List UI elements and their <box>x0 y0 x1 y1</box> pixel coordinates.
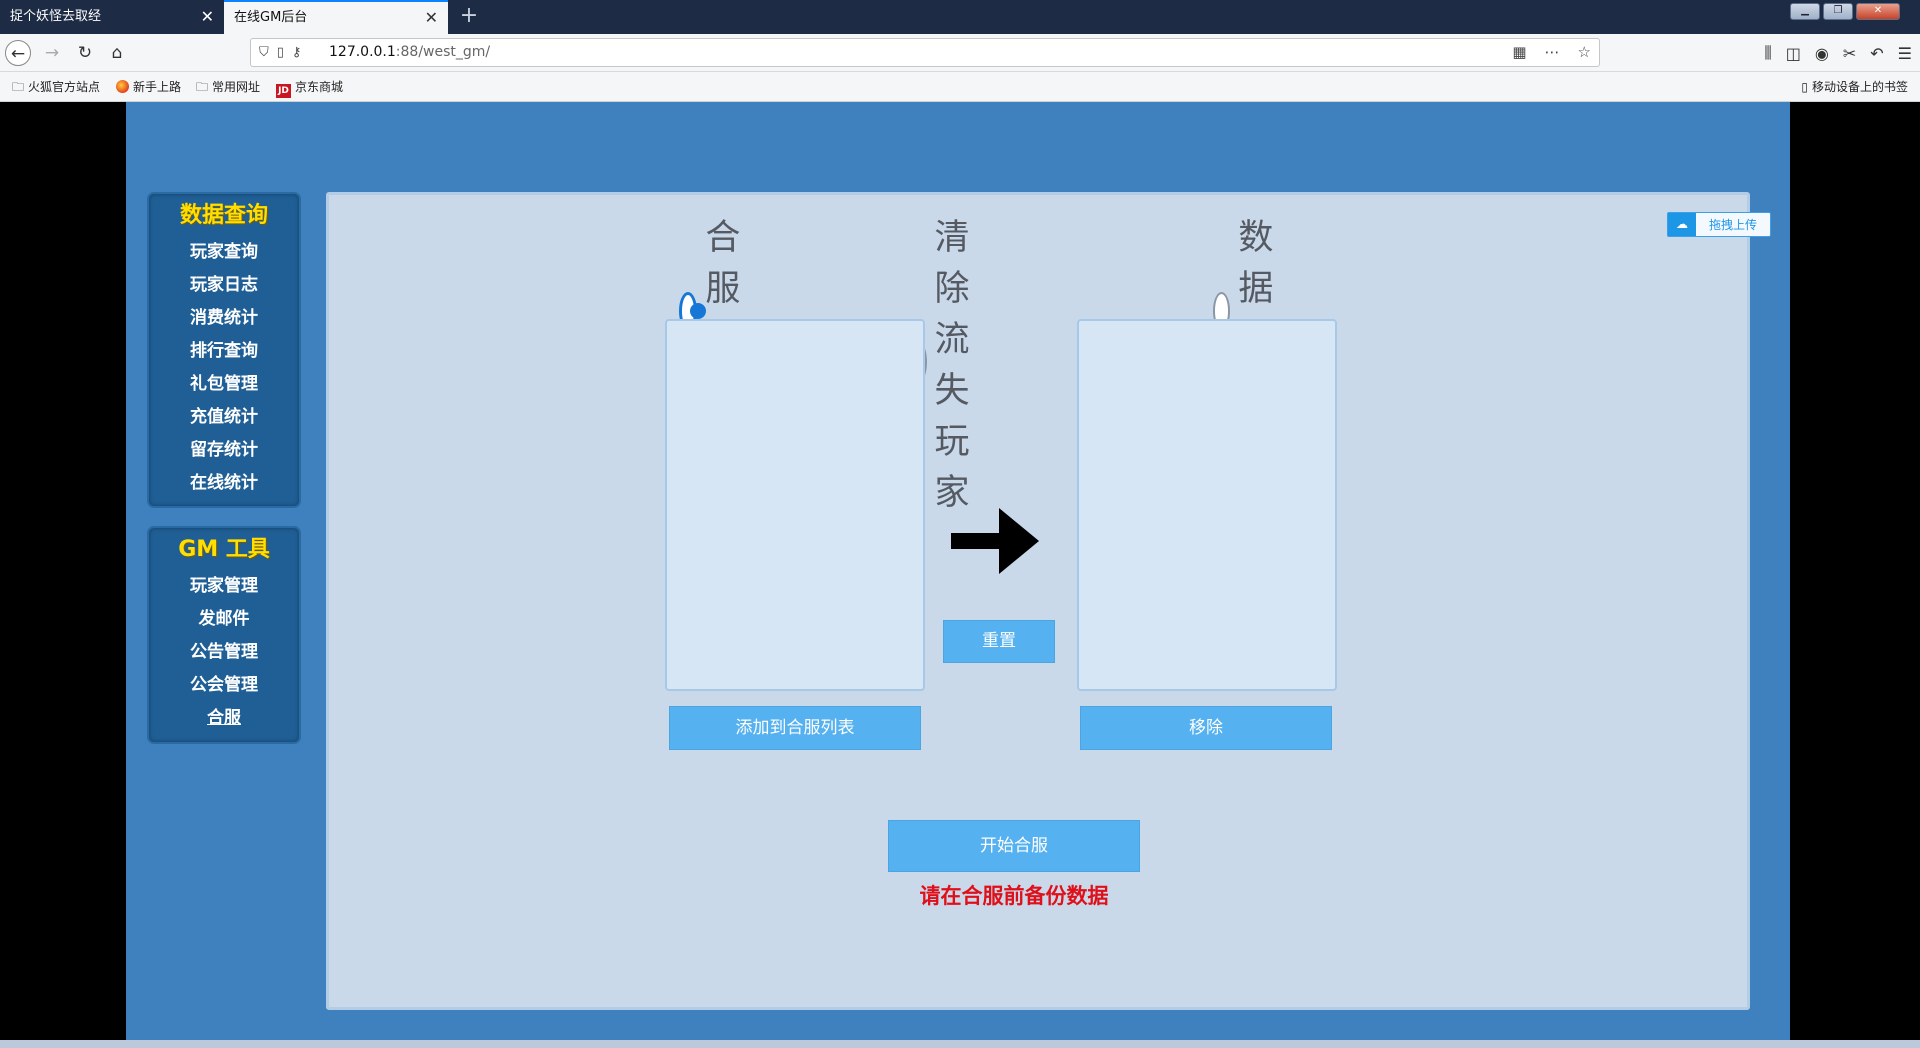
jd-icon: JD <box>276 84 291 98</box>
browser-tab-active[interactable]: 在线GM后台 ✕ <box>224 0 448 34</box>
restore-button[interactable]: ❐ <box>1823 3 1853 20</box>
library-icon[interactable]: ⫼ <box>1764 43 1771 63</box>
reset-button[interactable]: 重置 <box>943 620 1055 663</box>
menu-icon[interactable]: ☰ <box>1898 44 1912 63</box>
bookmark-label: 移动设备上的书签 <box>1811 80 1908 94</box>
backup-warning: 请在合服前备份数据 <box>919 884 1109 908</box>
gm-tools-menu: GM 工具 玩家管理 发邮件 公告管理 公会管理 合服 <box>147 526 301 744</box>
main-panel: 合服管理 清除流失玩家 数据备份 ☁ 拖拽上传 重置 添加到合服列表 移除 开始… <box>326 192 1771 1010</box>
radio-label: 清除流失玩家 <box>934 218 971 513</box>
sidebar-icon[interactable]: ◫ <box>1786 44 1801 63</box>
site-info-icon[interactable]: ⛉▯⚷ <box>259 39 309 66</box>
sidebar-item-guild-management[interactable]: 公会管理 <box>149 669 299 702</box>
qr-code-icon[interactable]: ▦ <box>1512 39 1526 66</box>
folder-icon: 🗀 <box>12 80 25 94</box>
url-host: 127.0.0.1 <box>329 44 396 60</box>
os-taskbar <box>0 1040 1920 1048</box>
radio-clear-lost-players[interactable]: 清除流失玩家 <box>913 209 995 515</box>
page-actions-icon[interactable]: ⋯ <box>1545 39 1560 66</box>
bookmark-label: 常用网址 <box>212 80 261 94</box>
back-button[interactable]: ← <box>5 40 31 66</box>
sidebar-item-ranking-query[interactable]: 排行查询 <box>149 335 299 368</box>
browser-tab-bar: 捉个妖怪去取经 ✕ 在线GM后台 ✕ + ▁ ❐ ✕ <box>0 0 1920 34</box>
sidebar-item-merge-server[interactable]: 合服 <box>149 702 299 735</box>
data-query-menu: 数据查询 玩家查询 玩家日志 消费统计 排行查询 礼包管理 充值统计 留存统计 … <box>147 192 301 508</box>
mobile-icon: ▯ <box>1801 80 1808 94</box>
sidebar-item-send-mail[interactable]: 发邮件 <box>149 603 299 636</box>
mobile-bookmarks[interactable]: ▯ 移动设备上的书签 <box>1801 72 1908 102</box>
close-window-button[interactable]: ✕ <box>1856 3 1900 20</box>
sidebar-item-player-query[interactable]: 玩家查询 <box>149 236 299 269</box>
cloud-icon: ☁ <box>1668 213 1696 236</box>
url-path: :88/west_gm/ <box>395 44 491 60</box>
bookmark-item[interactable]: 🗀 常用网址 <box>196 72 260 102</box>
bookmarks-toolbar: 🗀 火狐官方站点 新手上路 🗀 常用网址 JD 京东商城 ▯ 移动设备上的书签 <box>0 72 1920 102</box>
bookmark-label: 京东商城 <box>295 80 344 94</box>
navigation-bar: ← → ↻ ⌂ ⛉▯⚷ 127.0.0.1:88/west_gm/ ▦ ⋯ ☆ … <box>0 34 1920 72</box>
forward-button[interactable]: → <box>39 40 65 66</box>
remove-button[interactable]: 移除 <box>1080 706 1332 750</box>
sidebar-item-online-stats[interactable]: 在线统计 <box>149 467 299 500</box>
sidebar-item-announcement[interactable]: 公告管理 <box>149 636 299 669</box>
page-content: 数据查询 玩家查询 玩家日志 消费统计 排行查询 礼包管理 充值统计 留存统计 … <box>126 102 1790 1040</box>
sidebar-item-player-management[interactable]: 玩家管理 <box>149 570 299 603</box>
tab-title: 在线GM后台 <box>234 10 308 25</box>
new-tab-button[interactable]: + <box>454 0 484 34</box>
sidebar-item-recharge-stats[interactable]: 充值统计 <box>149 401 299 434</box>
sidebar-item-retention-stats[interactable]: 留存统计 <box>149 434 299 467</box>
bookmark-label: 火狐官方站点 <box>28 80 101 94</box>
bookmark-star-icon[interactable]: ☆ <box>1578 39 1591 66</box>
right-arrow-icon <box>951 508 1039 574</box>
firefox-icon <box>116 80 129 93</box>
sidebar-section-title: 数据查询 <box>179 203 268 228</box>
upload-label: 拖拽上传 <box>1708 218 1757 232</box>
reload-button[interactable]: ↻ <box>72 40 98 66</box>
undo-icon[interactable]: ↶ <box>1870 44 1883 63</box>
sidebar-item-gift-management[interactable]: 礼包管理 <box>149 368 299 401</box>
url-actions: ▦ ⋯ ☆ <box>1512 39 1591 66</box>
bookmark-label: 新手上路 <box>133 80 182 94</box>
home-button[interactable]: ⌂ <box>104 40 130 66</box>
toolbar-right: ⫼ ◫ ◉ ✂ ↶ ☰ <box>1764 34 1912 72</box>
server-list-merge[interactable] <box>1077 319 1337 691</box>
folder-icon: 🗀 <box>196 80 209 94</box>
drag-upload-button[interactable]: ☁ 拖拽上传 <box>1667 212 1771 237</box>
sidebar-item-consumption-stats[interactable]: 消费统计 <box>149 302 299 335</box>
window-controls: ▁ ❐ ✕ <box>1790 3 1900 20</box>
start-merge-button[interactable]: 开始合服 <box>888 820 1140 872</box>
minimize-button[interactable]: ▁ <box>1790 3 1820 20</box>
close-tab-icon[interactable]: ✕ <box>425 2 438 34</box>
screenshot-icon[interactable]: ✂ <box>1843 44 1856 63</box>
sidebar-section-title: GM 工具 <box>178 537 270 562</box>
tab-title: 捉个妖怪去取经 <box>10 9 102 24</box>
bookmark-item[interactable]: 新手上路 <box>116 72 181 102</box>
add-to-merge-list-button[interactable]: 添加到合服列表 <box>669 706 921 750</box>
url-bar[interactable]: ⛉▯⚷ 127.0.0.1:88/west_gm/ ▦ ⋯ ☆ <box>250 38 1600 67</box>
bookmark-item[interactable]: 🗀 火狐官方站点 <box>12 72 100 102</box>
bookmark-item[interactable]: JD 京东商城 <box>276 72 343 102</box>
account-icon[interactable]: ◉ <box>1815 44 1829 63</box>
sidebar-item-player-log[interactable]: 玩家日志 <box>149 269 299 302</box>
server-list-source[interactable] <box>665 319 925 691</box>
url-text[interactable]: 127.0.0.1:88/west_gm/ <box>329 39 490 66</box>
browser-tab[interactable]: 捉个妖怪去取经 ✕ <box>0 0 224 34</box>
close-tab-icon[interactable]: ✕ <box>201 0 214 34</box>
